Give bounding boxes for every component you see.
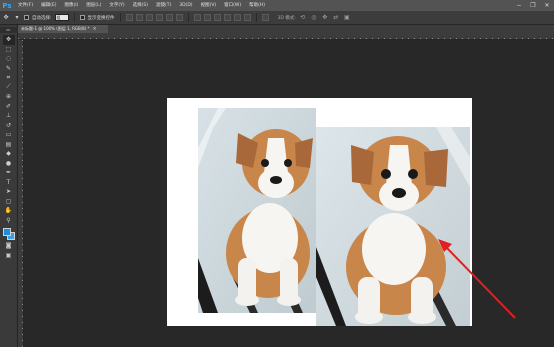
align-left-button[interactable] xyxy=(155,14,163,21)
document-tab[interactable]: 未标题-1 @ 100% (图层 1, RGB/8) * × xyxy=(18,25,108,33)
show-transform-label: 显示变换控件 xyxy=(87,15,115,21)
history-brush-tool-icon[interactable]: ↺ xyxy=(3,121,15,131)
puppy-photo-right[interactable] xyxy=(316,127,470,326)
restore-button[interactable]: ❐ xyxy=(526,0,540,11)
foreground-color-swatch[interactable] xyxy=(2,228,11,236)
menu-bar: Ps 文件(F) 编辑(E) 图像(I) 图层(L) 文字(Y) 选择(S) 滤… xyxy=(0,0,554,11)
menu-window[interactable]: 窗口(W) xyxy=(220,0,245,11)
color-swatches xyxy=(2,227,16,241)
tools-panel-collapse[interactable]: ▸▸ xyxy=(0,27,18,33)
close-icon[interactable]: × xyxy=(93,26,97,32)
align-bottom-button[interactable] xyxy=(145,14,153,21)
marquee-tool-icon[interactable]: ⬚ xyxy=(3,45,15,55)
healing-brush-tool-icon[interactable]: ⊕ xyxy=(3,92,15,102)
divider xyxy=(73,13,75,22)
menu-help[interactable]: 帮助(H) xyxy=(245,0,269,11)
auto-select-label: 自动选择: xyxy=(32,15,52,21)
align-vcenter-button[interactable] xyxy=(135,14,143,21)
hand-tool-icon[interactable]: ✋ xyxy=(3,206,15,216)
3d-rotate-icon[interactable]: ⟲ xyxy=(299,14,307,22)
vertical-ruler[interactable] xyxy=(18,40,24,347)
clone-stamp-tool-icon[interactable]: ⊥ xyxy=(3,111,15,121)
lasso-tool-icon[interactable]: ◌ xyxy=(3,54,15,64)
distribute-bottom-button[interactable] xyxy=(213,14,221,21)
document-canvas[interactable] xyxy=(167,98,472,326)
gradient-tool-icon[interactable]: ▤ xyxy=(3,140,15,150)
brush-tool-icon[interactable]: ✐ xyxy=(3,102,15,112)
menu-view[interactable]: 视图(V) xyxy=(197,0,221,11)
distribute-left-button[interactable] xyxy=(223,14,231,21)
quick-select-tool-icon[interactable]: ✎ xyxy=(3,64,15,74)
dodge-tool-icon[interactable]: ● xyxy=(3,159,15,169)
align-right-button[interactable] xyxy=(175,14,183,21)
auto-select-checkbox[interactable] xyxy=(24,15,29,20)
type-tool-icon[interactable]: T xyxy=(3,178,15,188)
path-select-tool-icon[interactable]: ➤ xyxy=(3,187,15,197)
quick-mask-icon[interactable]: ◙ xyxy=(3,241,15,251)
document-tab-label: 未标题-1 @ 100% (图层 1, RGB/8) * xyxy=(21,26,90,31)
screen-mode-icon[interactable]: ▣ xyxy=(3,251,15,261)
divider xyxy=(255,13,257,22)
3d-mode-label: 3D 模式: xyxy=(277,15,296,21)
blur-tool-icon[interactable]: ◆ xyxy=(3,149,15,159)
menu-select[interactable]: 选择(S) xyxy=(129,0,152,11)
move-tool-icon[interactable]: ✥ xyxy=(2,35,15,45)
window-controls: − ❐ ✕ xyxy=(512,0,554,11)
puppy-photo-left[interactable] xyxy=(198,108,316,313)
pen-tool-icon[interactable]: ✒ xyxy=(3,168,15,178)
options-bar: ✥ ▾ 自动选择: 组 显示变换控件 3D 模式: ⟲ ◎ ✥ ⇄ ▣ xyxy=(0,11,554,25)
divider xyxy=(119,13,121,22)
align-top-button[interactable] xyxy=(125,14,133,21)
zoom-tool-icon[interactable]: ⚲ xyxy=(3,216,15,226)
distribute-right-button[interactable] xyxy=(243,14,251,21)
crop-tool-icon[interactable]: ⌗ xyxy=(3,73,15,83)
menu-file[interactable]: 文件(F) xyxy=(14,0,37,11)
menu-edit[interactable]: 编辑(E) xyxy=(37,0,60,11)
move-tool-icon[interactable]: ✥ xyxy=(2,14,10,22)
document-tab-strip: 未标题-1 @ 100% (图层 1, RGB/8) * × xyxy=(18,25,554,33)
menu-type[interactable]: 文字(Y) xyxy=(105,0,128,11)
align-hcenter-button[interactable] xyxy=(165,14,173,21)
shape-tool-icon[interactable]: ▢ xyxy=(3,197,15,207)
auto-select-dropdown[interactable]: 组 xyxy=(54,14,69,21)
horizontal-ruler[interactable] xyxy=(18,33,554,40)
chevron-down-icon[interactable]: ▾ xyxy=(13,14,21,22)
photoshop-logo: Ps xyxy=(2,1,12,10)
puppy-image-right xyxy=(316,127,470,326)
menu-filter[interactable]: 滤镜(T) xyxy=(152,0,175,11)
show-transform-checkbox[interactable] xyxy=(79,15,85,20)
menu-3d[interactable]: 3D(D) xyxy=(175,0,196,11)
tools-panel: ▸▸ ✥ ⬚ ◌ ✎ ⌗ ⟋ ⊕ ✐ ⊥ ↺ ▭ ▤ ◆ ● ✒ T ➤ ▢ ✋… xyxy=(0,25,18,347)
3d-scale-icon[interactable]: ▣ xyxy=(343,14,351,22)
3d-slide-icon[interactable]: ⇄ xyxy=(332,14,340,22)
divider xyxy=(187,13,189,22)
puppy-image-left xyxy=(198,108,316,313)
menu-image[interactable]: 图像(I) xyxy=(60,0,82,11)
eyedropper-tool-icon[interactable]: ⟋ xyxy=(3,83,15,93)
distribute-top-button[interactable] xyxy=(193,14,201,21)
3d-roll-icon[interactable]: ◎ xyxy=(310,14,318,22)
minimize-button[interactable]: − xyxy=(512,0,526,11)
3d-drag-icon[interactable]: ✥ xyxy=(321,14,329,22)
menu-layer[interactable]: 图层(L) xyxy=(82,0,105,11)
close-button[interactable]: ✕ xyxy=(540,0,554,11)
eraser-tool-icon[interactable]: ▭ xyxy=(3,130,15,140)
distribute-hcenter-button[interactable] xyxy=(233,14,241,21)
auto-align-button[interactable] xyxy=(261,14,269,21)
distribute-vcenter-button[interactable] xyxy=(203,14,211,21)
